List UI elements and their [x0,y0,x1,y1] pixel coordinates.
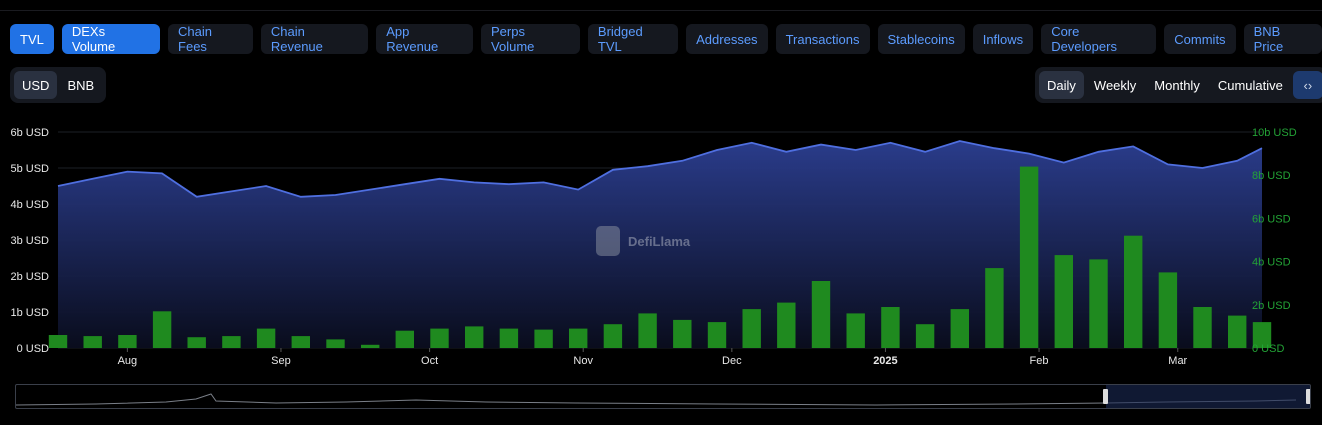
code-brackets-icon: ‹› [1303,77,1313,93]
x-tick-label: 2025 [873,355,897,367]
left-tick-label: 1b USD [10,307,49,319]
tab-app-revenue[interactable]: App Revenue [376,24,474,54]
currency-option-bnb[interactable]: BNB [59,71,102,99]
x-tick-label: Sep [271,355,291,367]
tab-addresses[interactable]: Addresses [686,24,768,54]
volume-bar [395,330,414,348]
tab-bnb-price[interactable]: BNB Price [1243,24,1322,54]
volume-bar [118,335,137,348]
volume-bar [915,324,935,348]
volume-bar [1158,272,1178,348]
volume-bar [499,328,519,348]
metric-tabs: TVL DEXs Volume Chain Fees Chain Revenue App… [10,24,1322,54]
tab-chain-fees[interactable]: Chain Fees [168,24,253,54]
volume-bar [152,311,172,348]
tab-inflows[interactable]: Inflows [972,24,1034,54]
volume-bar [291,336,310,348]
volume-bar [707,322,727,348]
tab-commits[interactable]: Commits [1164,24,1236,54]
volume-bar [1054,255,1073,348]
llama-logo-icon [596,226,620,256]
volume-bar [569,328,588,348]
period-option-monthly[interactable]: Monthly [1146,71,1208,99]
x-axis: Aug Sep Oct Nov Dec 2025 Feb Mar [118,348,1188,367]
period-option-weekly[interactable]: Weekly [1086,71,1144,99]
volume-bar [777,302,796,348]
volume-bar [1193,307,1212,348]
volume-bar [881,307,900,348]
navigator-preview [15,385,1311,408]
volume-bar [985,268,1004,348]
x-tick-label: Aug [118,355,138,367]
right-tick-label: 6b USD [1252,213,1291,225]
right-tick-label: 0 USD [1252,343,1284,355]
volume-bar [430,328,449,348]
left-tick-label: 5b USD [10,163,49,175]
volume-bar [1124,235,1143,348]
volume-bar [222,336,241,348]
right-tick-label: 2b USD [1252,300,1291,312]
tvl-volume-chart: DefiLlama 0 USD 1b USD 2b USD 3b USD 4b USD 5… [10,127,1297,367]
volume-bar [673,319,692,348]
currency-option-usd[interactable]: USD [14,71,58,99]
volume-bar [811,281,831,348]
volume-bar [83,336,102,348]
tab-perps-volume[interactable]: Perps Volume [481,24,580,54]
x-tick-label: Mar [1168,355,1187,367]
period-option-cumulative[interactable]: Cumulative [1210,71,1291,99]
x-tick-label: Dec [722,355,742,367]
volume-bar [361,344,380,348]
left-tick-label: 4b USD [10,199,49,211]
tab-dexs-volume[interactable]: DEXs Volume [61,24,161,54]
tab-stablecoins[interactable]: Stablecoins [877,24,965,54]
left-axis: 0 USD 1b USD 2b USD 3b USD 4b USD 5b USD 6b US… [10,127,49,355]
volume-bar [1089,259,1108,348]
volume-bar [638,313,657,348]
tab-transactions[interactable]: Transactions [775,24,870,54]
right-tick-label: 4b USD [1252,257,1291,269]
left-tick-label: 6b USD [10,127,49,139]
left-tick-label: 2b USD [10,271,49,283]
right-tick-label: 8b USD [1252,170,1291,182]
volume-bar [603,324,623,348]
x-tick-label: Nov [573,355,593,367]
period-option-daily[interactable]: Daily [1039,71,1084,99]
navigator-right-handle[interactable] [1306,389,1311,404]
range-navigator[interactable] [15,384,1311,409]
tab-chain-revenue[interactable]: Chain Revenue [260,24,369,54]
tab-bridged-tvl[interactable]: Bridged TVL [587,24,679,54]
currency-toggle: USD BNB [10,67,107,103]
period-toggle: Daily Weekly Monthly Cumulative ‹› [1035,67,1322,103]
volume-bar [950,309,969,348]
x-tick-label: Feb [1030,355,1049,367]
volume-bar [742,309,761,348]
left-tick-label: 0 USD [17,343,49,355]
right-tick-label: 10b USD [1252,127,1297,139]
volume-bar [465,326,484,348]
left-tick-label: 3b USD [10,235,49,247]
volume-bar [187,337,206,348]
top-divider [0,0,1322,11]
volume-bar [846,313,865,348]
tab-tvl[interactable]: TVL [10,24,54,54]
volume-bar [48,335,68,348]
navigator-left-handle[interactable] [1103,389,1108,404]
volume-bar [534,329,553,348]
x-tick-label: Oct [421,355,438,367]
volume-bar [326,339,345,348]
volume-bar [256,328,276,348]
tab-core-developers[interactable]: Core Developers [1041,24,1157,54]
watermark-text: DefiLlama [628,234,691,249]
volume-bar [1228,315,1247,348]
navigator-selection[interactable] [1106,385,1310,408]
volume-bar [1019,166,1039,348]
embed-code-button[interactable]: ‹› [1292,71,1322,99]
